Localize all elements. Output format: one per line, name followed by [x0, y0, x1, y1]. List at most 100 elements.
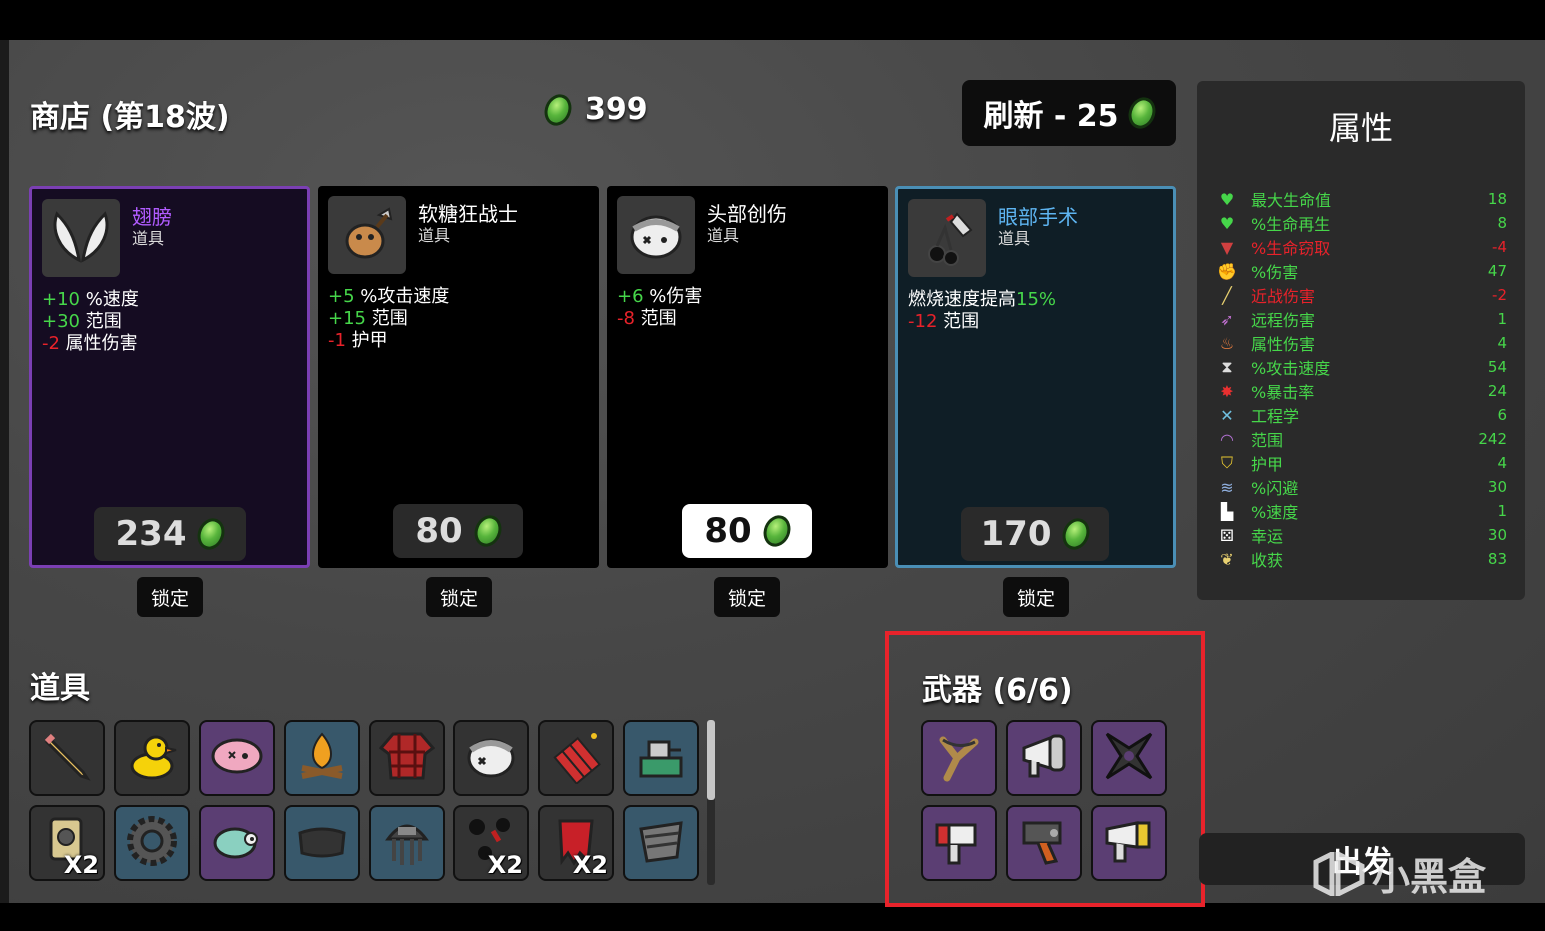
stat-row[interactable]: ✊ %伤害 47 [1215, 259, 1507, 283]
item-count: X2 [487, 851, 523, 879]
buy-price-button[interactable]: 234 [94, 507, 246, 561]
item-slot[interactable] [114, 720, 190, 796]
weapon-slot[interactable] [921, 805, 997, 881]
head-injury-icon [463, 730, 519, 786]
refresh-button[interactable]: 刷新 - 25 [962, 80, 1176, 146]
item-slot[interactable] [199, 720, 275, 796]
lock-button[interactable]: 锁定 [426, 577, 492, 617]
heart-icon: ♥ [1219, 189, 1235, 209]
stat-row[interactable]: ⛉ 护甲 4 [1215, 451, 1507, 475]
stat-label: 工程学 [1251, 407, 1300, 426]
card-type: 道具 [998, 229, 1031, 248]
stat-row[interactable]: ➶ 远程伤害 1 [1215, 307, 1507, 331]
card-type: 道具 [132, 229, 165, 248]
shop-card-head-injury[interactable]: 头部创伤 道具 +6 %伤害 -8 范围 80 [607, 186, 888, 568]
stat-value: -2 [1492, 286, 1507, 304]
stat-label: %生命再生 [1251, 215, 1331, 234]
stat-row[interactable]: ≋ %闪避 30 [1215, 475, 1507, 499]
stat-value: 30 [1487, 478, 1507, 496]
lock-button[interactable]: 锁定 [137, 577, 203, 617]
card-stats: +10 %速度 +30 范围 -2 属性伤害 [42, 289, 139, 355]
fangs-icon: ▼ [1220, 237, 1234, 257]
item-slot[interactable] [284, 720, 360, 796]
buy-price-button[interactable]: 170 [961, 507, 1109, 561]
weapon-slot[interactable] [921, 720, 997, 796]
stat-value: 83 [1487, 550, 1507, 568]
lock-button[interactable]: 锁定 [1003, 577, 1069, 617]
stat-row[interactable]: ▙ %速度 1 [1215, 499, 1507, 523]
wings-icon [42, 199, 120, 277]
duck-icon [124, 730, 180, 786]
jellyfish-icon [382, 813, 432, 873]
gummy-berserker-icon [328, 196, 406, 274]
scrollbar-thumb[interactable] [707, 720, 715, 800]
stat-line: -1 护甲 [328, 330, 388, 351]
stat-row[interactable]: ♨ 属性伤害 4 [1215, 331, 1507, 355]
item-slot[interactable] [284, 805, 360, 881]
shop-card-eye-surgery[interactable]: 眼部手术 道具 燃烧速度提高15% -12 范围 170 [895, 186, 1176, 568]
brain-icon [209, 734, 265, 782]
price-value: 234 [115, 514, 187, 554]
stat-row[interactable]: ▼ %生命窃取 -4 [1215, 235, 1507, 259]
stat-row[interactable]: ♥ %生命再生 8 [1215, 211, 1507, 235]
shop-card-wings[interactable]: 翅膀 道具 +10 %速度 +30 范围 -2 属性伤害 234 [29, 186, 310, 568]
card-stats: +5 %攻击速度 +15 范围 -1 护甲 [328, 286, 449, 352]
stat-line: -2 属性伤害 [42, 333, 138, 354]
nail-gun-icon [931, 813, 987, 873]
weapon-slot[interactable] [1006, 720, 1082, 796]
stat-value: -4 [1492, 238, 1507, 256]
stat-value: 1 [1497, 502, 1507, 520]
stat-label: 属性伤害 [1251, 335, 1316, 354]
sword-icon: ╱ [1222, 285, 1232, 305]
item-slot[interactable] [369, 805, 445, 881]
shield-icon: ⛉ [1220, 453, 1233, 472]
item-slot[interactable]: X2 [538, 805, 614, 881]
stat-value: 1 [1497, 310, 1507, 328]
item-slot[interactable]: X2 [29, 805, 105, 881]
stat-row[interactable]: ❦ 收获 83 [1215, 547, 1507, 571]
stat-label: 最大生命值 [1251, 191, 1332, 210]
stat-row[interactable]: ╱ 近战伤害 -2 [1215, 283, 1507, 307]
stat-row[interactable]: ◠ 范围 242 [1215, 427, 1507, 451]
price-value: 170 [980, 514, 1052, 554]
item-slot[interactable] [623, 805, 699, 881]
chameleon-icon [209, 817, 265, 869]
shop-card-gummy-berserker[interactable]: 软糖狂战士 道具 +5 %攻击速度 +15 范围 -1 护甲 80 [318, 186, 599, 568]
material-icon [1123, 93, 1160, 133]
item-slot[interactable] [29, 720, 105, 796]
item-slot[interactable] [114, 805, 190, 881]
stat-row[interactable]: ⧗ %攻击速度 54 [1215, 355, 1507, 379]
stat-row[interactable]: ⚄ 幸运 30 [1215, 523, 1507, 547]
item-slot[interactable]: X2 [453, 805, 529, 881]
hourglass-icon: ⧗ [1221, 357, 1233, 376]
weapon-slot[interactable] [1006, 805, 1082, 881]
stat-label: 收获 [1251, 551, 1284, 570]
item-slot[interactable] [623, 720, 699, 796]
stat-line: +10 %速度 [42, 289, 139, 310]
items-scrollbar[interactable] [707, 720, 715, 885]
gear-icon [124, 813, 180, 873]
buy-price-button[interactable]: 80 [393, 504, 523, 558]
stat-line: 燃烧速度提高15% [908, 289, 1057, 310]
stats-panel: 属性 ♥ 最大生命值 18 ♥ %生命再生 8 ▼ %生命窃取 -4 ✊ %伤害 47 ╱ 近战伤害 -2 ➶… [1197, 81, 1525, 600]
item-slot[interactable] [369, 720, 445, 796]
stat-row[interactable]: ♥ 最大生命值 18 [1215, 187, 1507, 211]
weapon-slot[interactable] [1091, 720, 1167, 796]
stats-title: 属性 [1328, 109, 1393, 147]
lock-button[interactable]: 锁定 [714, 577, 780, 617]
campfire-icon [294, 728, 350, 788]
material-icon [758, 511, 795, 551]
stat-row[interactable]: ✸ %暴击率 24 [1215, 379, 1507, 403]
item-slot[interactable] [538, 720, 614, 796]
stat-label: 护甲 [1251, 455, 1284, 474]
bottom-letterbox [0, 903, 1545, 931]
stat-row[interactable]: ✕ 工程学 6 [1215, 403, 1507, 427]
card-stats: 燃烧速度提高15% -12 范围 [908, 289, 1056, 333]
buy-price-button[interactable]: 80 [682, 504, 812, 558]
item-slot[interactable] [199, 805, 275, 881]
dodge-icon: ≋ [1220, 477, 1234, 497]
material-icon [539, 89, 577, 130]
stat-value: 24 [1487, 382, 1507, 400]
weapon-slot[interactable] [1091, 805, 1167, 881]
item-slot[interactable] [453, 720, 529, 796]
